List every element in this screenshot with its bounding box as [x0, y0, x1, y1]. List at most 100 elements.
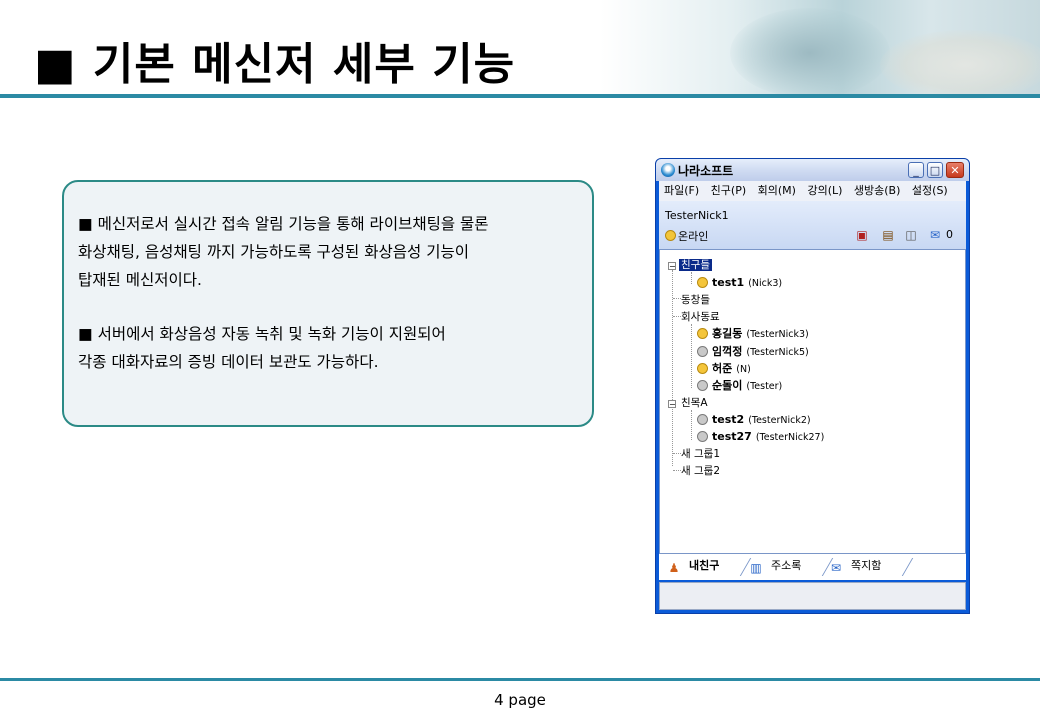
- tab-my-friends[interactable]: ♟ 내친구: [667, 556, 720, 576]
- tree-group[interactable]: 새 그룹1: [681, 446, 720, 462]
- description-line: 탑재된 메신저이다.: [78, 271, 202, 289]
- contact-id: 순돌이: [712, 379, 743, 392]
- tree-connector: [673, 453, 681, 454]
- tab-label: 쪽지함: [851, 559, 882, 572]
- description-line: ■ 서버에서 화상음성 자동 녹취 및 녹화 기능이 지원되어: [78, 325, 446, 343]
- contact-id: 홍길동: [712, 327, 743, 340]
- close-button[interactable]: ✕: [946, 162, 964, 178]
- menu-bar: 파일(F) 친구(P) 회의(M) 강의(L) 생방송(B) 설정(S): [659, 181, 966, 201]
- header-decoration-image: [600, 0, 1040, 100]
- tab-separator: [901, 558, 914, 576]
- tree-connector: [691, 324, 692, 388]
- user-status[interactable]: 온라인: [678, 228, 708, 244]
- description-line: ■ 메신저로서 실시간 접속 알림 기능을 통해 라이브채팅을 물론: [78, 215, 489, 233]
- tree-group-label: 회사동료: [681, 311, 720, 323]
- contact-id: test2: [712, 413, 745, 426]
- description-box: ■ 메신저로서 실시간 접속 알림 기능을 통해 라이브채팅을 물론 화상채팅,…: [62, 180, 594, 427]
- tree-group[interactable]: 친목A: [681, 395, 708, 411]
- slide-title: ■ 기본 메신저 세부 기능: [34, 39, 516, 90]
- app-logo-icon: [661, 163, 675, 177]
- tree-contact[interactable]: test1 (Nick3): [697, 275, 782, 291]
- contact-id: 임꺽정: [712, 345, 743, 358]
- offline-face-icon: [697, 414, 708, 425]
- contact-nick: (N): [736, 364, 751, 375]
- tab-note-box[interactable]: ✉ 쪽지함: [829, 556, 881, 576]
- tree-contact[interactable]: test2 (TesterNick2): [697, 412, 811, 428]
- tree-contact[interactable]: 순돌이 (Tester): [697, 378, 782, 394]
- tree-connector: [673, 316, 681, 317]
- bottom-tabs: ♟ 내친구 ▥ 주소록 ✉ 쪽지함: [659, 554, 966, 580]
- menu-broadcast[interactable]: 생방송(B): [854, 181, 901, 201]
- online-status-icon[interactable]: [665, 230, 676, 241]
- tab-label: 내친구: [689, 559, 720, 572]
- tree-group[interactable]: 새 그룹2: [681, 463, 720, 479]
- offline-face-icon: [697, 346, 708, 357]
- footer-divider: [0, 678, 1040, 681]
- contact-nick: (TesterNick5): [746, 347, 809, 358]
- messenger-titlebar[interactable]: 나라소프트 _ □ ✕: [656, 159, 969, 181]
- tree-group-label: 동창들: [681, 294, 710, 306]
- contact-nick: (TesterNick2): [748, 415, 811, 426]
- tab-label: 주소록: [771, 559, 802, 572]
- description-line: 각종 대화자료의 증빙 데이터 보관도 가능하다.: [78, 353, 379, 371]
- message-count: 0: [946, 228, 953, 241]
- tree-connector: [673, 298, 681, 299]
- note-box-icon: ✉: [830, 561, 842, 575]
- friend-tree: − 친구들 test1 (Nick3) 동창들 회사동료 홍길동 (TesterNi…: [659, 249, 966, 554]
- tree-group-label: 새 그룹2: [681, 465, 720, 477]
- tree-contact[interactable]: 홍길동 (TesterNick3): [697, 326, 809, 342]
- tree-connector: [691, 410, 692, 440]
- online-face-icon: [697, 328, 708, 339]
- description-paragraph-1: ■ 메신저로서 실시간 접속 알림 기능을 통해 라이브채팅을 물론 화상채팅,…: [78, 210, 489, 294]
- tv-icon[interactable]: ▤: [880, 228, 896, 242]
- messenger-window: 나라소프트 _ □ ✕ 파일(F) 친구(P) 회의(M) 강의(L) 생방송(…: [655, 158, 970, 614]
- minimize-button[interactable]: _: [908, 162, 924, 178]
- window-title: 나라소프트: [678, 164, 734, 178]
- tree-connector: [673, 470, 681, 471]
- contact-nick: (TesterNick27): [755, 432, 825, 443]
- contact-id: 허준: [712, 362, 733, 375]
- menu-settings[interactable]: 설정(S): [912, 181, 948, 201]
- collapse-toggle[interactable]: −: [668, 400, 676, 409]
- offline-face-icon: [697, 431, 708, 442]
- header-divider: [0, 94, 1040, 98]
- user-name: TesterNick1: [665, 209, 729, 222]
- tree-group-label: 새 그룹1: [681, 448, 720, 460]
- tree-contact[interactable]: 임꺽정 (TesterNick5): [697, 344, 809, 360]
- tree-connector: [691, 272, 692, 284]
- contact-id: test27: [712, 430, 752, 443]
- address-book-icon: ▥: [750, 561, 762, 575]
- page-number: 4 page: [494, 691, 546, 709]
- group-icon[interactable]: ◫: [903, 228, 919, 242]
- tree-contact[interactable]: 허준 (N): [697, 361, 751, 377]
- tree-group-label: 친목A: [681, 397, 708, 409]
- collapse-toggle[interactable]: −: [668, 262, 676, 271]
- tree-group[interactable]: 회사동료: [681, 309, 720, 325]
- tree-group[interactable]: 동창들: [681, 292, 710, 308]
- tab-address-book[interactable]: ▥ 주소록: [749, 556, 801, 576]
- tree-contact[interactable]: test27 (TesterNick27): [697, 429, 824, 445]
- menu-lecture[interactable]: 강의(L): [807, 181, 842, 201]
- note-icon[interactable]: ✉: [927, 228, 943, 242]
- contact-nick: (Nick3): [748, 278, 783, 289]
- online-face-icon: [697, 277, 708, 288]
- tree-group[interactable]: 친구들: [679, 257, 712, 273]
- menu-file[interactable]: 파일(F): [664, 181, 699, 201]
- description-line: 화상채팅, 음성채팅 까지 가능하도록 구성된 화상음성 기능이: [78, 243, 469, 261]
- contact-nick: (Tester): [746, 381, 783, 392]
- online-face-icon: [697, 363, 708, 374]
- contact-id: test1: [712, 276, 745, 289]
- menu-meeting[interactable]: 회의(M): [758, 181, 796, 201]
- offline-face-icon: [697, 380, 708, 391]
- video-call-icon[interactable]: ▣: [854, 228, 870, 242]
- user-panel: TesterNick1 온라인 ▣ ▤ ◫ ✉ 0: [659, 201, 966, 249]
- header-decoration-shape: [880, 30, 1040, 100]
- header-decoration-shape: [730, 8, 890, 98]
- tree-group-label: 친구들: [679, 259, 712, 271]
- status-bar: [659, 582, 966, 610]
- maximize-button[interactable]: □: [927, 162, 943, 178]
- menu-friends[interactable]: 친구(P): [711, 181, 746, 201]
- friends-icon: ♟: [668, 561, 680, 575]
- description-paragraph-2: ■ 서버에서 화상음성 자동 녹취 및 녹화 기능이 지원되어 각종 대화자료의…: [78, 320, 446, 376]
- tree-connector: [672, 270, 673, 466]
